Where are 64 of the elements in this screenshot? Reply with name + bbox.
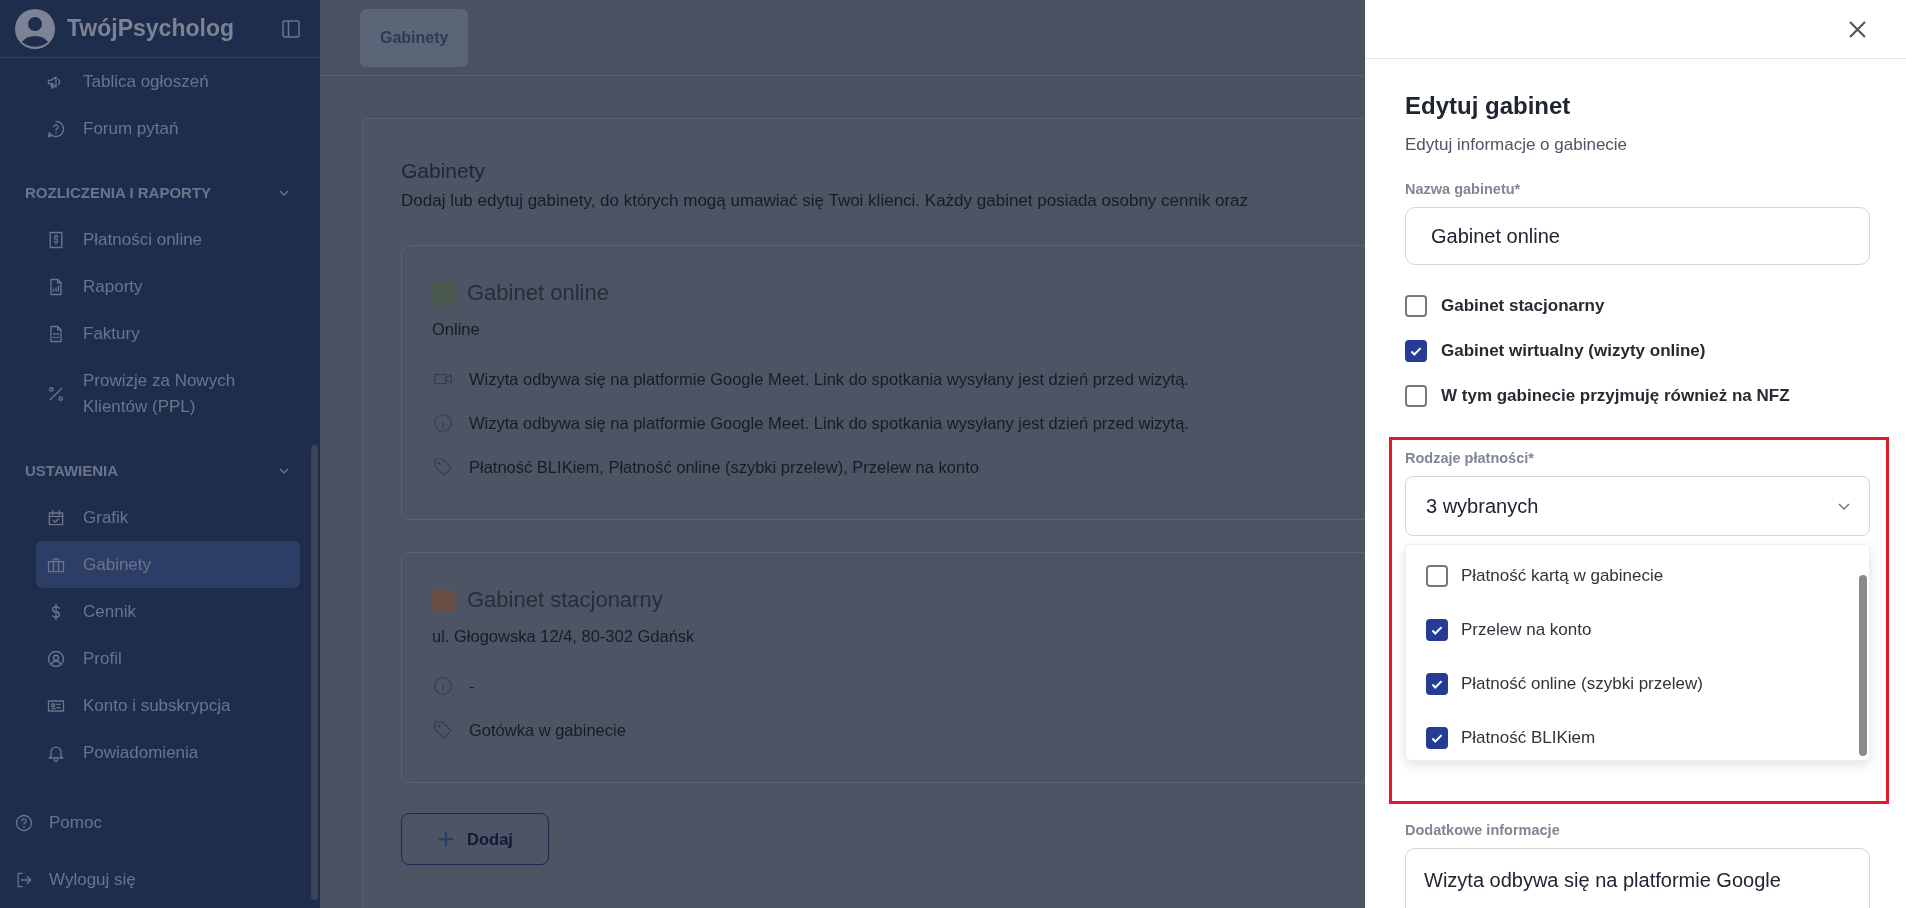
text-area[interactable]: Wizyta odbywa się na platformie Google [1405,848,1870,908]
checkbox[interactable] [1426,673,1448,695]
help-icon [14,812,34,833]
panel-title: Edytuj gabinet [1405,91,1572,121]
sidebar-item[interactable]: Powiadomienia [36,729,300,776]
scrollbar[interactable] [311,445,318,900]
chevron-icon [278,465,290,477]
tag-icon [432,456,454,478]
checkbox-label: W tym gabinecie przyjmuję również na NFZ [1441,386,1790,406]
close-icon [1849,20,1866,38]
sidebar-item[interactable]: Gabinety [36,541,300,588]
detail-text: Gotówka w gabinecie [469,720,626,741]
sidebar-toggle-icon[interactable] [282,19,300,38]
section-heading[interactable]: USTAWIENIA [25,448,300,494]
input-field[interactable]: Gabinet online [1405,207,1870,265]
sidebar-item[interactable]: Cennik [36,588,300,635]
detail-text: - [469,676,475,697]
sidebar-item[interactable]: Profil [36,635,300,682]
tag-icon [432,719,454,741]
add-button[interactable]: Dodaj [401,813,549,865]
checkbox[interactable] [1426,565,1448,587]
dropdown-option[interactable]: Płatność online (szybki przelew) [1426,657,1859,711]
sidebar-item[interactable]: Prowizje za Nowych Klientów (PPL) [36,357,300,430]
field-label: Nazwa gabinetu* [1405,181,1522,197]
panel-subtitle: Edytuj informacje o gabinecie [1405,135,1629,155]
detail-text: Płatność BLIKiem, Płatność online (szybki przelew), Przelew na konto [469,457,979,478]
info-icon [432,412,454,434]
calendar-icon [46,507,66,528]
checkbox-label: Gabinet wirtualny (wizyty online) [1441,341,1706,361]
section-heading[interactable]: ROZLICZENIA I RAPORTY [25,170,300,216]
dropdown-field[interactable]: 3 wybranych [1405,476,1870,536]
detail-text: Wizyta odbywa się na platformie Google Meet. Link do spotkania wysyłany jest dzień przed wizytą. [469,413,1189,434]
checkbox[interactable] [1405,340,1427,362]
chevron-icon [278,187,290,199]
question-bubble-icon [46,118,66,139]
sidebar-link[interactable]: Wyloguj się [14,851,300,908]
plus-icon [437,830,456,848]
sidebar-item[interactable]: Faktury [36,310,300,357]
scrollbar-thumb[interactable] [1859,575,1867,756]
checkbox[interactable] [1426,727,1448,749]
checkbox-label: Gabinet stacjonarny [1441,296,1605,316]
sidebar-item[interactable]: Konto i subskrypcja [36,682,300,729]
user-circle-icon [46,648,66,669]
checkbox[interactable] [1426,619,1448,641]
dropdown-option[interactable]: Płatność kartą w gabinecie [1426,549,1859,603]
detail-text: Wizyta odbywa się na platformie Google Meet. Link do spotkania wysyłany jest dzień przed wizytą. [469,369,1189,390]
checkbox[interactable] [1405,295,1427,317]
sidebar-item[interactable]: Grafik [36,494,300,541]
office-address: ul. Głogowska 12/4, 80-302 Gdańsk [432,627,696,646]
sidebar-link[interactable]: Pomoc [14,794,300,851]
brand-name: TwójPsycholog [67,15,235,42]
office-address: Online [432,320,481,339]
avatar-icon [15,8,55,49]
dropdown-option[interactable]: Przelew na konto [1426,603,1859,657]
page-description: Dodaj lub edytuj gabinety, do których mogą umawiać się Twoi klienci. Każdy gabinet posiada osobny cennik oraz [401,190,1250,212]
info-icon [432,675,454,697]
sidebar-item[interactable]: Płatności online [36,216,300,263]
field-label: Dodatkowe informacje [1405,822,1561,838]
sidebar-item[interactable]: Raporty [36,263,300,310]
checkbox[interactable] [1405,385,1427,407]
field-label: Rodzaje płatności* [1405,450,1535,466]
sidebar-item[interactable]: Forum pytań [36,105,300,152]
sidebar-item[interactable]: Tablica ogłoszeń [36,58,300,105]
dropdown-option[interactable]: Płatność BLIKiem [1426,711,1859,765]
